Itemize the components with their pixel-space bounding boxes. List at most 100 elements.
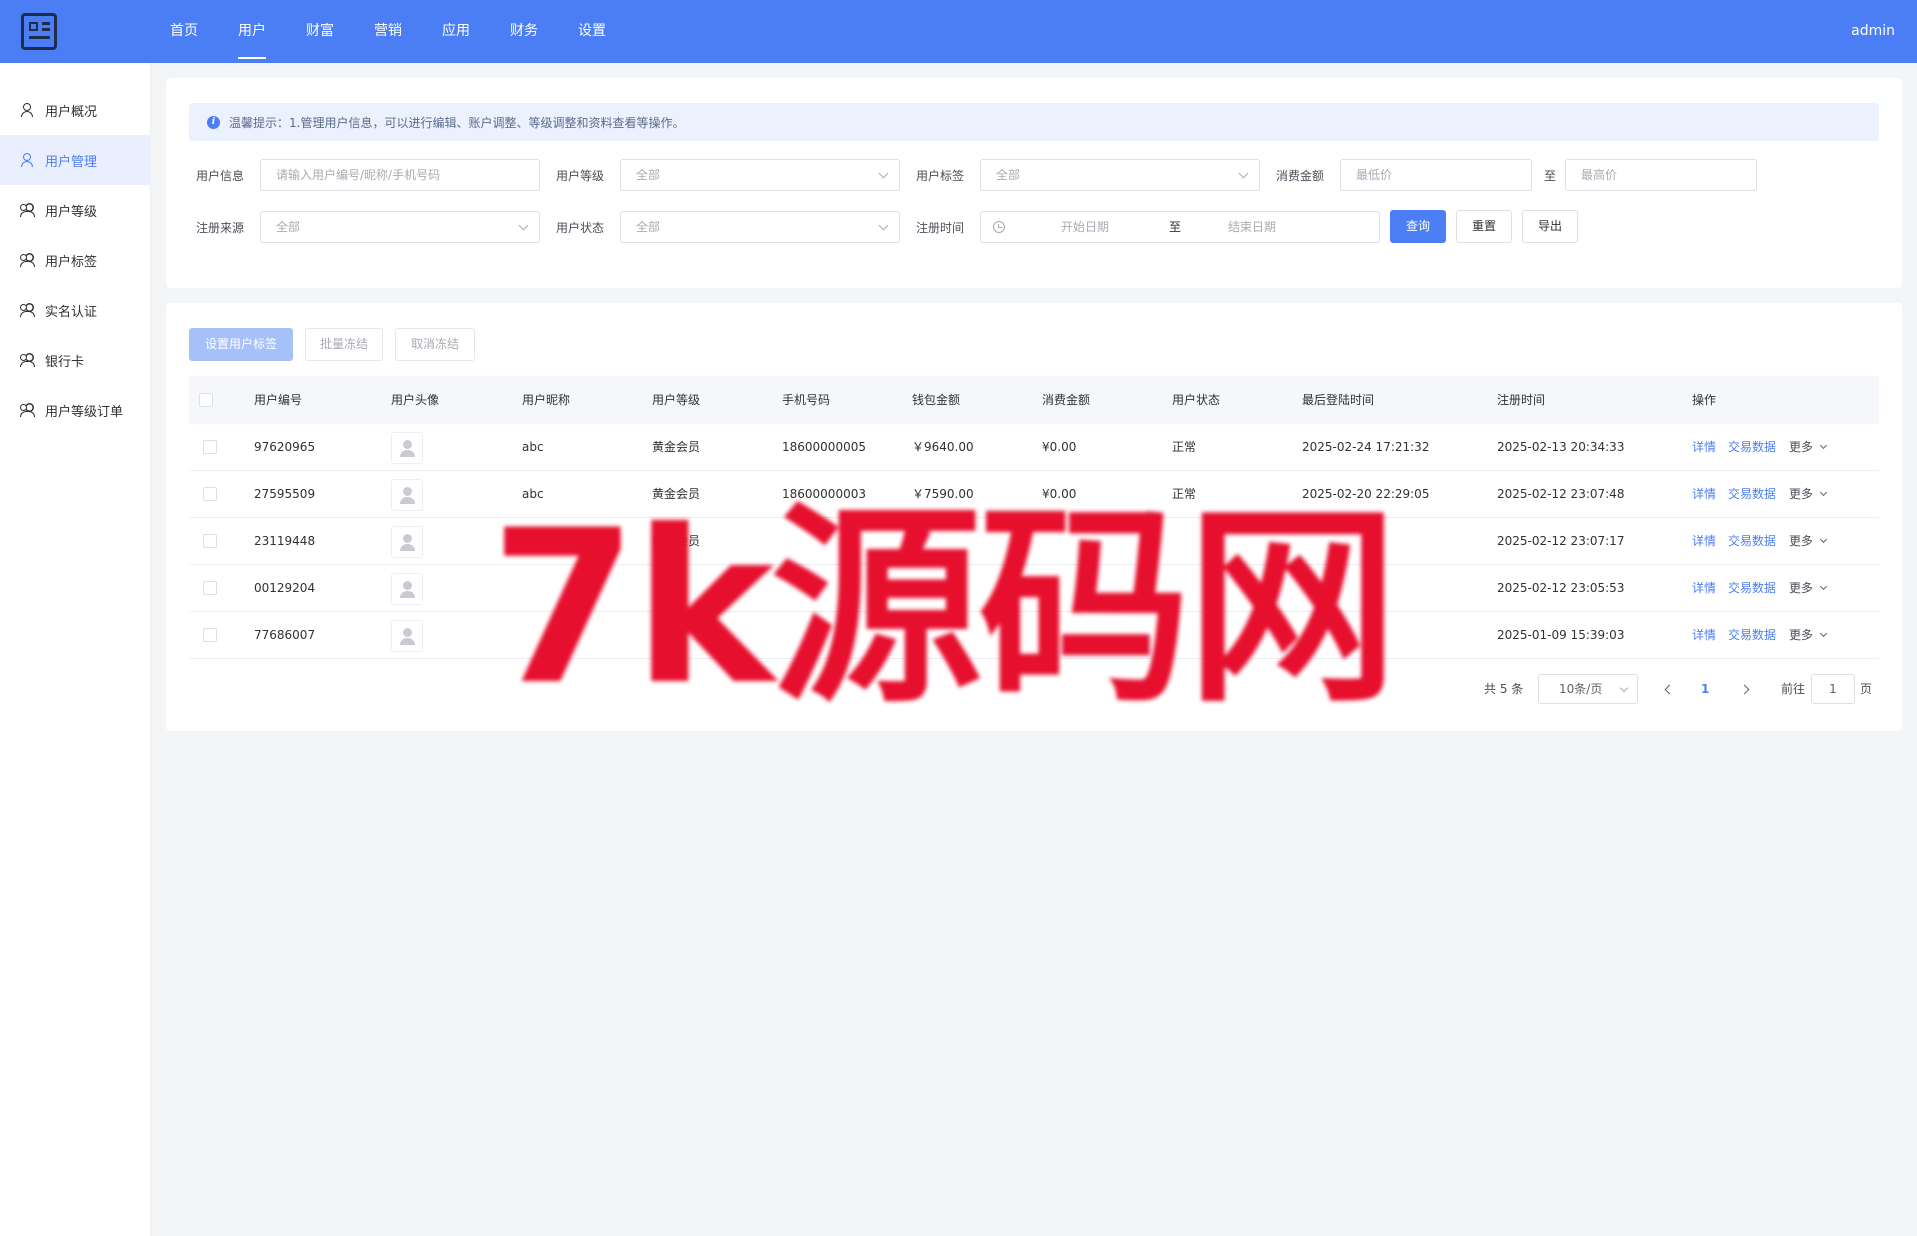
sidebar: 用户概况 用户管理 用户等级 用户标签 实名认证 银行卡 用户等级订单 [0, 63, 151, 1236]
more-dropdown[interactable]: 更多 [1789, 424, 1828, 470]
batch-freeze-button[interactable]: 批量冻结 [305, 328, 383, 361]
user-menu[interactable]: admin [1851, 0, 1895, 63]
spend: ¥0.00 [1042, 487, 1077, 501]
nav-active-indicator [238, 57, 266, 59]
detail-link[interactable]: 详情 [1692, 518, 1716, 564]
user-level-select[interactable]: 全部 [620, 159, 900, 191]
page-suffix: 页 [1860, 682, 1873, 696]
pagination-total: 共 5 条 [1484, 682, 1524, 696]
bank-card-icon [20, 353, 35, 367]
clock-icon [993, 221, 1005, 233]
chevron-down-icon [1819, 582, 1828, 591]
sidebar-item-label: 用户管理 [45, 154, 98, 170]
nav-wealth[interactable]: 财富 [306, 0, 374, 63]
main-nav: 首页 用户 财富 营销 应用 财务 设置 [170, 0, 646, 63]
user-tag-select[interactable]: 全部 [980, 159, 1260, 191]
nav-home[interactable]: 首页 [170, 0, 238, 63]
last-login: 2025-02-20 22:29:05 [1302, 487, 1430, 501]
more-label: 更多 [1789, 628, 1814, 642]
reg-time-range-picker[interactable]: 开始日期 至 结束日期 [980, 211, 1380, 243]
user-level-value: 全部 [636, 168, 661, 182]
chevron-down-icon [1619, 683, 1629, 693]
next-page-icon[interactable] [1739, 684, 1750, 695]
table-row: 97620965 abc 黄金会员 18600000005 ￥9640.00 ¥… [189, 424, 1879, 471]
status-select[interactable]: 全部 [620, 211, 900, 243]
trade-data-link[interactable]: 交易数据 [1728, 471, 1776, 517]
select-all-checkbox[interactable] [199, 393, 213, 407]
level: 普通会员 [652, 534, 701, 548]
status-label: 用户状态 [556, 221, 605, 235]
spend-max-input[interactable]: 最高价 [1565, 159, 1757, 191]
sidebar-item-user-manage[interactable]: 用户管理 [0, 135, 150, 185]
trade-data-link[interactable]: 交易数据 [1728, 612, 1776, 658]
goto-label: 前往 [1781, 682, 1806, 696]
current-page[interactable]: 1 [1701, 675, 1709, 703]
nav-marketing[interactable]: 营销 [374, 0, 442, 63]
nav-user[interactable]: 用户 [238, 0, 306, 63]
goto-page-input[interactable]: 1 [1811, 674, 1855, 704]
avatar [391, 479, 423, 511]
unfreeze-button[interactable]: 取消冻结 [395, 328, 475, 361]
sidebar-item-level-orders[interactable]: 用户等级订单 [0, 385, 150, 435]
nav-apps[interactable]: 应用 [442, 0, 510, 63]
status: 正常 [1172, 440, 1197, 454]
sidebar-item-overview[interactable]: 用户概况 [0, 85, 150, 135]
more-dropdown[interactable]: 更多 [1789, 471, 1828, 517]
user-info-input[interactable]: 请输入用户编号/昵称/手机号码 [260, 159, 540, 191]
sidebar-item-label: 用户概况 [45, 104, 98, 120]
users-icon [20, 203, 35, 217]
user-id: 23119448 [254, 534, 316, 548]
more-label: 更多 [1789, 487, 1814, 501]
nickname: abc [522, 440, 544, 454]
reset-button[interactable]: 重置 [1456, 210, 1512, 243]
sidebar-item-user-tag[interactable]: 用户标签 [0, 235, 150, 285]
reg-time: 2025-02-12 23:07:48 [1497, 487, 1625, 501]
chevron-down-icon [518, 220, 529, 231]
more-dropdown[interactable]: 更多 [1789, 612, 1828, 658]
row-checkbox[interactable] [203, 581, 217, 595]
col-phone: 手机号码 [782, 393, 831, 407]
detail-link[interactable]: 详情 [1692, 565, 1716, 611]
row-checkbox[interactable] [203, 440, 217, 454]
detail-link[interactable]: 详情 [1692, 424, 1716, 470]
detail-link[interactable]: 详情 [1692, 612, 1716, 658]
row-checkbox[interactable] [203, 487, 217, 501]
filter-panel: i 温馨提示：1.管理用户信息，可以进行编辑、账户调整、等级调整和资料查看等操作… [166, 78, 1902, 288]
source-select[interactable]: 全部 [260, 211, 540, 243]
nav-settings[interactable]: 设置 [578, 0, 646, 63]
start-date-placeholder: 开始日期 [1061, 220, 1110, 234]
table-row: 23119448 18600000002 普通会员 2025-02-12 23:… [189, 518, 1879, 565]
id-card-icon[interactable] [21, 13, 57, 50]
more-dropdown[interactable]: 更多 [1789, 565, 1828, 611]
sidebar-item-label: 实名认证 [45, 304, 98, 320]
more-dropdown[interactable]: 更多 [1789, 518, 1828, 564]
page-size-select[interactable]: 10条/页 [1538, 674, 1638, 704]
detail-link[interactable]: 详情 [1692, 471, 1716, 517]
row-checkbox[interactable] [203, 628, 217, 642]
sidebar-item-verify[interactable]: 实名认证 [0, 285, 150, 335]
wallet: ￥7590.00 [912, 487, 974, 501]
page-size-value: 10条/页 [1559, 682, 1603, 696]
sidebar-item-label: 用户等级 [45, 204, 98, 220]
spend-min-input[interactable]: 最低价 [1340, 159, 1532, 191]
level: 黄金会员 [652, 440, 701, 454]
trade-data-link[interactable]: 交易数据 [1728, 565, 1776, 611]
chevron-down-icon [1819, 488, 1828, 497]
row-checkbox[interactable] [203, 534, 217, 548]
more-label: 更多 [1789, 581, 1814, 595]
nav-finance[interactable]: 财务 [510, 0, 578, 63]
sidebar-item-user-level[interactable]: 用户等级 [0, 185, 150, 235]
col-last-login: 最后登陆时间 [1302, 393, 1375, 407]
more-label: 更多 [1789, 534, 1814, 548]
trade-data-link[interactable]: 交易数据 [1728, 518, 1776, 564]
query-button[interactable]: 查询 [1390, 210, 1446, 243]
prev-page-icon[interactable] [1664, 684, 1675, 695]
trade-data-link[interactable]: 交易数据 [1728, 424, 1776, 470]
set-user-tag-button[interactable]: 设置用户标签 [189, 328, 293, 361]
user-id: 00129204 [254, 581, 316, 595]
top-navbar: 首页 用户 财富 营销 应用 财务 设置 admin [0, 0, 1917, 63]
export-button[interactable]: 导出 [1522, 210, 1578, 243]
sidebar-item-bank-card[interactable]: 银行卡 [0, 335, 150, 385]
info-icon: i [207, 115, 220, 129]
col-wallet: 钱包金额 [912, 393, 961, 407]
